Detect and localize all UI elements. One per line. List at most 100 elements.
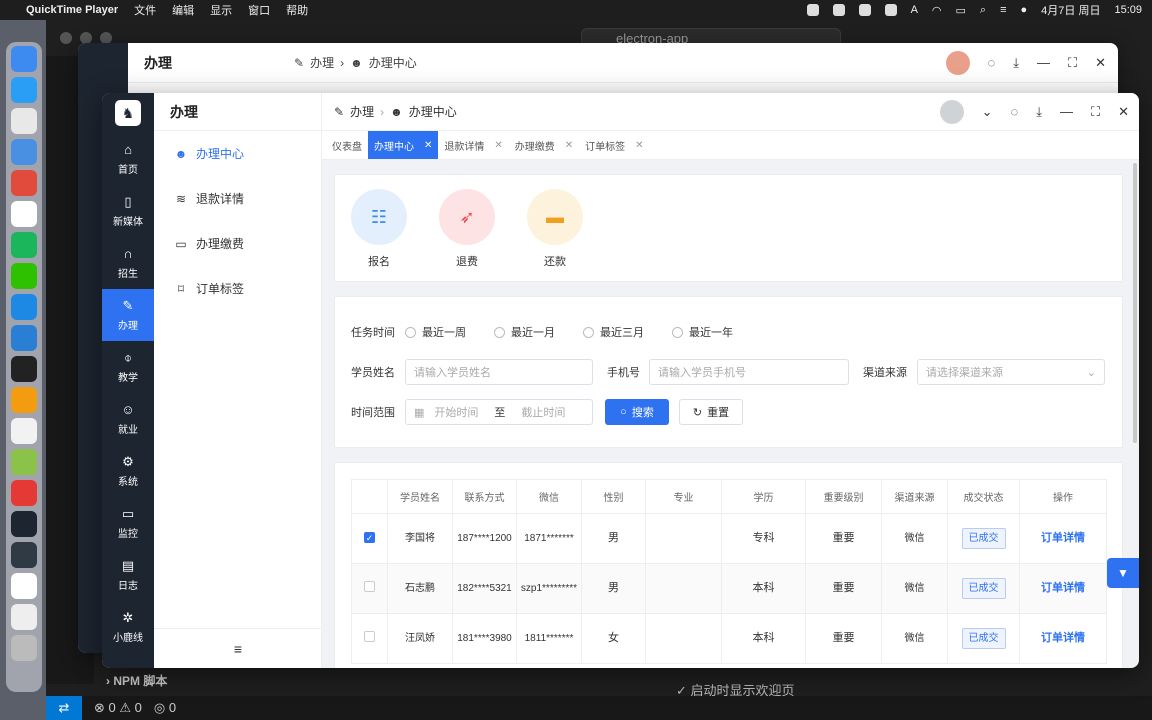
row-checkbox[interactable]: [364, 630, 375, 642]
channel-select[interactable]: 请选择渠道来源 ⌄: [917, 359, 1105, 385]
nav-item-1[interactable]: ▯ 新媒体: [102, 185, 154, 237]
menu-window[interactable]: 窗口: [248, 2, 270, 18]
control-center-icon[interactable]: ≡: [1000, 4, 1006, 16]
back-breadcrumb-item[interactable]: 办理: [310, 54, 334, 71]
breadcrumb-item[interactable]: 办理: [350, 103, 374, 120]
close-tab-icon[interactable]: ✕: [424, 140, 432, 151]
menubar-time[interactable]: 15:09: [1114, 4, 1142, 16]
radio-3months[interactable]: 最近三月: [583, 324, 644, 340]
typora-icon[interactable]: [11, 418, 37, 444]
tab-4[interactable]: 订单标签 ✕: [579, 131, 649, 159]
menu-view[interactable]: 显示: [210, 2, 232, 18]
menu-help[interactable]: 帮助: [286, 2, 308, 18]
close-traffic-light[interactable]: [60, 32, 72, 44]
quick-action-0[interactable]: ☷ 报名: [351, 189, 407, 281]
wps-icon[interactable]: [858, 4, 871, 16]
chevron-down-icon[interactable]: ⌄: [982, 104, 993, 120]
nav-item-7[interactable]: ▭ 监控: [102, 497, 154, 549]
row-checkbox[interactable]: [364, 580, 375, 592]
nav-item-3[interactable]: ✎ 办理: [102, 289, 154, 341]
radio-year[interactable]: 最近一年: [672, 324, 733, 340]
electron-app-icon[interactable]: [11, 511, 37, 537]
row-checkbox[interactable]: ✓: [364, 532, 375, 543]
close-tab-icon[interactable]: ✕: [635, 140, 643, 151]
cloud-icon[interactable]: [884, 4, 897, 16]
record-icon[interactable]: [806, 4, 819, 16]
search-button[interactable]: ○ 搜索: [605, 399, 669, 425]
close-tab-icon[interactable]: ✕: [494, 140, 502, 151]
battery-icon[interactable]: ▭: [956, 4, 966, 17]
download-icon[interactable]: ⤓: [1036, 104, 1042, 120]
avatar[interactable]: [939, 99, 964, 124]
back-breadcrumb-item[interactable]: 办理中心: [369, 54, 417, 71]
doc-icon[interactable]: [11, 573, 37, 599]
radio-circle[interactable]: [583, 326, 594, 338]
download-icon[interactable]: ⤓: [1013, 55, 1019, 71]
sub-menu-item-1[interactable]: ≋ 退款详情: [154, 176, 321, 221]
tools-icon[interactable]: [11, 449, 37, 475]
sub-menu-item-0[interactable]: ☻ 办理中心: [154, 131, 321, 176]
sub-menu-item-2[interactable]: ▭ 办理缴费: [154, 221, 321, 266]
terminal-icon[interactable]: [11, 356, 37, 382]
finder-icon[interactable]: [11, 46, 37, 72]
electron-icon[interactable]: [11, 542, 37, 568]
minimize-icon[interactable]: —: [1037, 55, 1050, 70]
app-icon[interactable]: [11, 139, 37, 165]
order-detail-link[interactable]: 订单详情: [1041, 532, 1085, 544]
maximize-icon[interactable]: ⛶: [1068, 55, 1077, 71]
tab-1[interactable]: 办理中心 ✕: [368, 131, 439, 159]
phone-input[interactable]: 请输入学员手机号: [649, 359, 849, 385]
student-name-input[interactable]: 请输入学员姓名: [405, 359, 593, 385]
maximize-icon[interactable]: ⛶: [1091, 104, 1100, 120]
menu-edit[interactable]: 编辑: [172, 2, 194, 18]
sublime-icon[interactable]: [11, 387, 37, 413]
trash-icon[interactable]: [11, 635, 37, 661]
menubar-date[interactable]: 4月7日 周日: [1041, 2, 1100, 18]
status-app-icon[interactable]: [832, 4, 845, 16]
hbuilder-icon[interactable]: [11, 232, 37, 258]
launchpad-icon[interactable]: [11, 108, 37, 134]
nav-item-2[interactable]: ∩ 招生: [102, 237, 154, 289]
ports-status[interactable]: ◎ 0: [154, 700, 176, 716]
message-icon[interactable]: ◌: [988, 55, 996, 70]
nav-item-4[interactable]: ⌽ 教学: [102, 341, 154, 393]
wps-dock-icon[interactable]: [11, 480, 37, 506]
nav-item-8[interactable]: ▤ 日志: [102, 549, 154, 601]
float-action-button[interactable]: ▼: [1107, 558, 1139, 588]
wechat-icon[interactable]: [11, 263, 37, 289]
chrome-icon[interactable]: [11, 170, 37, 196]
date-range-picker[interactable]: ▦ 开始时间 至 截止时间: [405, 399, 593, 425]
errors-status[interactable]: ⊗ 0 ⚠ 0: [94, 700, 142, 716]
order-detail-link[interactable]: 订单详情: [1041, 582, 1085, 594]
remote-icon[interactable]: ⇄: [46, 696, 82, 720]
vscode-icon[interactable]: [11, 325, 37, 351]
close-icon[interactable]: ✕: [1095, 55, 1106, 71]
radio-circle[interactable]: [405, 326, 416, 338]
nav-item-6[interactable]: ⚙ 系统: [102, 445, 154, 497]
avatar[interactable]: [945, 50, 970, 75]
wifi-icon[interactable]: ◠: [932, 4, 942, 17]
tab-0[interactable]: 仪表盘: [326, 131, 368, 159]
collapse-menu-icon[interactable]: ≡: [154, 628, 322, 668]
sub-menu-item-3[interactable]: ⌑ 订单标签: [154, 266, 321, 311]
quick-action-1[interactable]: ➶ 退费: [439, 189, 495, 281]
tab-2[interactable]: 退款详情 ✕: [438, 131, 508, 159]
nav-item-0[interactable]: ⌂ 首页: [102, 133, 154, 185]
spotlight-icon[interactable]: ⌕: [980, 4, 986, 17]
close-icon[interactable]: ✕: [1118, 104, 1129, 120]
quick-action-2[interactable]: ▬ 还款: [527, 189, 583, 281]
nav-item-9[interactable]: ✲ 小鹿线: [102, 601, 154, 653]
siri-icon[interactable]: ●: [1021, 4, 1028, 16]
nav-item-5[interactable]: ☺ 就业: [102, 393, 154, 445]
reset-button[interactable]: ↻ 重置: [679, 399, 743, 425]
input-method[interactable]: A: [911, 4, 918, 16]
feishu-icon[interactable]: [11, 294, 37, 320]
start-date-input[interactable]: 开始时间: [434, 404, 478, 420]
breadcrumb-item[interactable]: 办理中心: [409, 103, 457, 120]
radio-circle[interactable]: [672, 326, 683, 338]
safari-icon[interactable]: [11, 77, 37, 103]
radio-circle[interactable]: [494, 326, 505, 338]
npm-scripts-section[interactable]: › NPM 脚本: [106, 672, 167, 689]
minimize-icon[interactable]: —: [1060, 104, 1073, 119]
menu-file[interactable]: 文件: [134, 2, 156, 18]
